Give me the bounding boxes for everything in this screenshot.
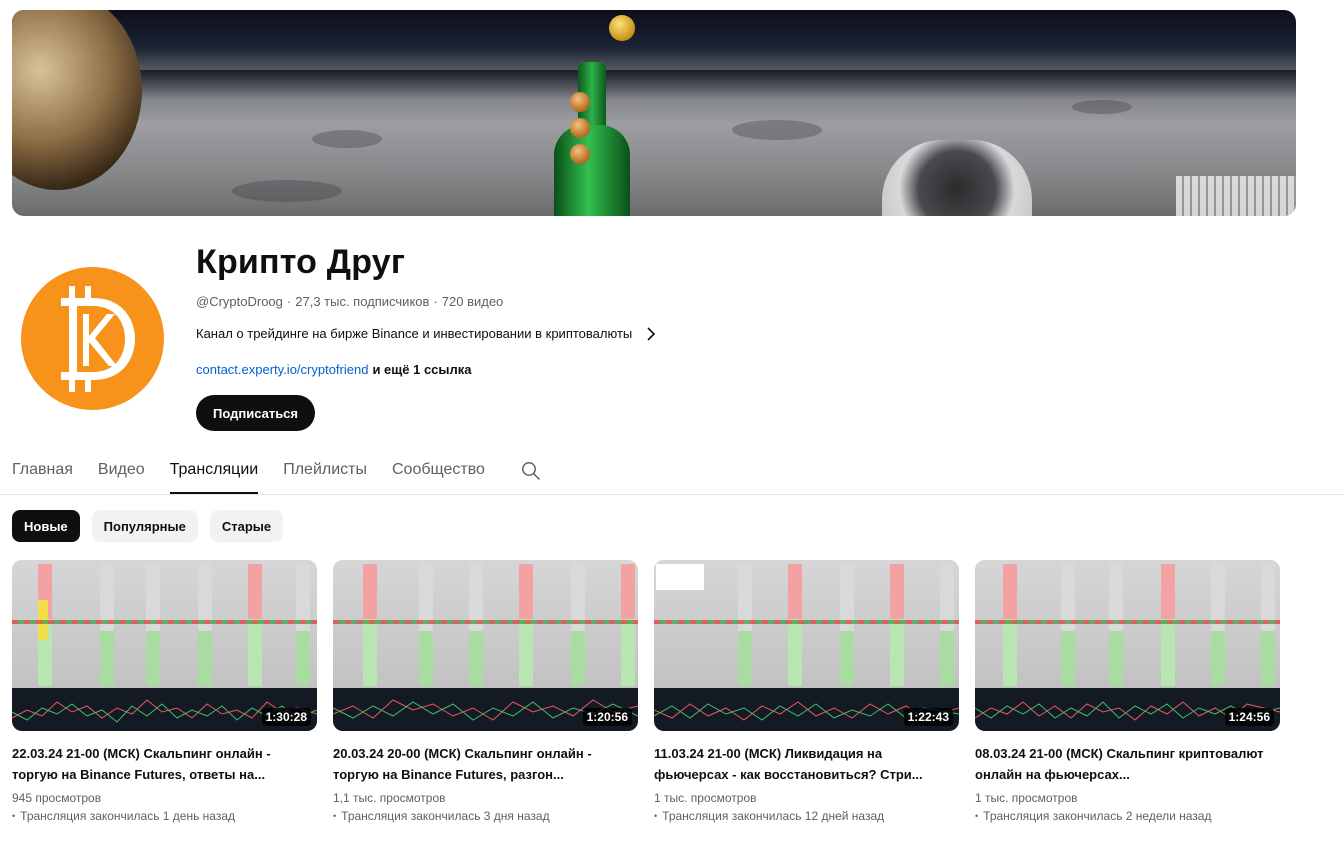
banner-crater <box>312 130 382 148</box>
banner-coin <box>570 118 590 138</box>
banner-crater <box>732 120 822 140</box>
thumbnail-chart-area <box>333 560 638 688</box>
thumbnail-column <box>1061 564 1075 686</box>
video-title[interactable]: 11.03.24 21-00 (МСК) Ликвидация на фьюче… <box>654 743 954 785</box>
channel-meta: @CryptoDroog · 27,3 тыс. подписчиков · 720 в… <box>196 294 503 309</box>
video-thumbnail[interactable]: 1:30:28 <box>12 560 317 731</box>
video-duration: 1:20:56 <box>582 708 632 726</box>
banner-horizon <box>12 70 1296 100</box>
tabs-divider <box>0 494 1343 495</box>
channel-link[interactable]: contact.experty.io/cryptofriend <box>196 362 368 377</box>
banner-coin <box>570 92 590 112</box>
video-grid: 1:30:28 22.03.24 21-00 (МСК) Скальпинг о… <box>12 560 1280 825</box>
thumbnail-column <box>198 564 212 686</box>
video-thumbnail[interactable]: 1:22:43 <box>654 560 959 731</box>
thumbnail-price-band <box>12 620 317 624</box>
more-links-button[interactable]: и ещё 1 ссылка <box>372 362 471 377</box>
video-status: Трансляция закончилась 12 дней назад <box>654 807 959 825</box>
video-duration: 1:24:56 <box>1224 708 1274 726</box>
thumbnail-column <box>419 564 433 686</box>
channel-description-text: Канал о трейдинге на бирже Binance и инв… <box>196 326 633 341</box>
video-title[interactable]: 08.03.24 21-00 (МСК) Скальпинг криптовал… <box>975 743 1275 785</box>
thumbnail-column <box>296 564 310 686</box>
tab-community[interactable]: Сообщество <box>392 448 485 494</box>
banner-coin <box>570 144 590 164</box>
video-card[interactable]: 1:22:43 11.03.24 21-00 (МСК) Ликвидация … <box>654 560 959 825</box>
thumbnail-column <box>571 564 585 686</box>
video-views: 1 тыс. просмотров <box>654 791 757 805</box>
banner-crater <box>232 180 342 202</box>
channel-banner <box>12 10 1296 216</box>
tab-playlists[interactable]: Плейлисты <box>283 448 367 494</box>
bitcoin-coin-icon <box>609 15 635 41</box>
chip-newest[interactable]: Новые <box>12 510 80 542</box>
thumbnail-column <box>1161 564 1175 686</box>
thumbnail-highlight <box>656 564 704 590</box>
thumbnail-column <box>1003 564 1017 686</box>
thumbnail-chart-area <box>12 560 317 688</box>
thumbnail-price-band <box>333 620 638 624</box>
channel-links: contact.experty.io/cryptofriend и ещё 1 с… <box>196 362 472 377</box>
channel-avatar[interactable] <box>21 267 164 410</box>
crypto-droog-logo-icon <box>60 285 135 392</box>
thumbnail-column <box>248 564 262 686</box>
thumbnail-column <box>519 564 533 686</box>
meta-separator: · <box>433 294 438 309</box>
meta-separator: · <box>286 294 292 309</box>
channel-handle: @CryptoDroog <box>196 294 283 309</box>
thumbnail-column <box>363 564 377 686</box>
thumbnail-column <box>100 564 114 686</box>
thumbnail-column <box>1109 564 1123 686</box>
chip-popular[interactable]: Популярные <box>91 510 198 542</box>
video-status: Трансляция закончилась 3 дня назад <box>333 807 638 825</box>
thumbnail-column <box>940 564 954 686</box>
video-card[interactable]: 1:30:28 22.03.24 21-00 (МСК) Скальпинг о… <box>12 560 317 825</box>
banner-astronaut-helmet <box>882 140 1032 216</box>
thumbnail-column <box>738 564 752 686</box>
channel-description[interactable]: Канал о трейдинге на бирже Binance и инв… <box>196 326 656 341</box>
video-card[interactable]: 1:20:56 20.03.24 20-00 (МСК) Скальпинг о… <box>333 560 638 825</box>
chevron-right-icon <box>647 326 656 341</box>
banner-bottle <box>554 125 630 216</box>
banner-cityscape <box>1176 176 1296 216</box>
subscriber-count: 27,3 тыс. подписчиков <box>295 294 430 309</box>
tab-videos[interactable]: Видео <box>98 448 145 494</box>
channel-title: Крипто Друг <box>196 243 406 281</box>
channel-tabs: Главная Видео Трансляции Плейлисты Сообщ… <box>12 448 510 494</box>
chip-oldest[interactable]: Старые <box>209 510 284 542</box>
subscribe-button[interactable]: Подписаться <box>196 395 316 431</box>
video-thumbnail[interactable]: 1:20:56 <box>333 560 638 731</box>
tab-home[interactable]: Главная <box>12 448 73 494</box>
sort-chips: Новые Популярные Старые <box>12 510 284 542</box>
video-duration: 1:22:43 <box>903 708 953 726</box>
thumbnail-column <box>146 564 160 686</box>
thumbnail-chart-area <box>654 560 959 688</box>
thumbnail-price-band <box>975 620 1280 624</box>
thumbnail-column <box>840 564 854 686</box>
video-title[interactable]: 22.03.24 21-00 (МСК) Скальпинг онлайн - … <box>12 743 312 785</box>
thumbnail-column <box>621 564 635 686</box>
video-views: 945 просмотров <box>12 791 102 805</box>
video-count: 720 видео <box>441 294 504 309</box>
thumbnail-column <box>890 564 904 686</box>
video-card[interactable]: 1:24:56 08.03.24 21-00 (МСК) Скальпинг к… <box>975 560 1280 825</box>
video-thumbnail[interactable]: 1:24:56 <box>975 560 1280 731</box>
banner-crater <box>1072 100 1132 114</box>
search-icon[interactable] <box>521 461 541 481</box>
video-views: 1,1 тыс. просмотров <box>333 791 446 805</box>
video-views: 1 тыс. просмотров <box>975 791 1078 805</box>
thumbnail-column <box>788 564 802 686</box>
banner-planet <box>12 10 142 190</box>
thumbnail-chart-area <box>975 560 1280 688</box>
video-status: Трансляция закончилась 2 недели назад <box>975 807 1280 825</box>
video-title[interactable]: 20.03.24 20-00 (МСК) Скальпинг онлайн - … <box>333 743 633 785</box>
video-duration: 1:30:28 <box>261 708 311 726</box>
video-status: Трансляция закончилась 1 день назад <box>12 807 317 825</box>
thumbnail-price-band <box>654 620 959 624</box>
thumbnail-column <box>1211 564 1225 686</box>
thumbnail-column <box>1261 564 1275 686</box>
thumbnail-column <box>469 564 483 686</box>
tab-live[interactable]: Трансляции <box>169 448 258 494</box>
